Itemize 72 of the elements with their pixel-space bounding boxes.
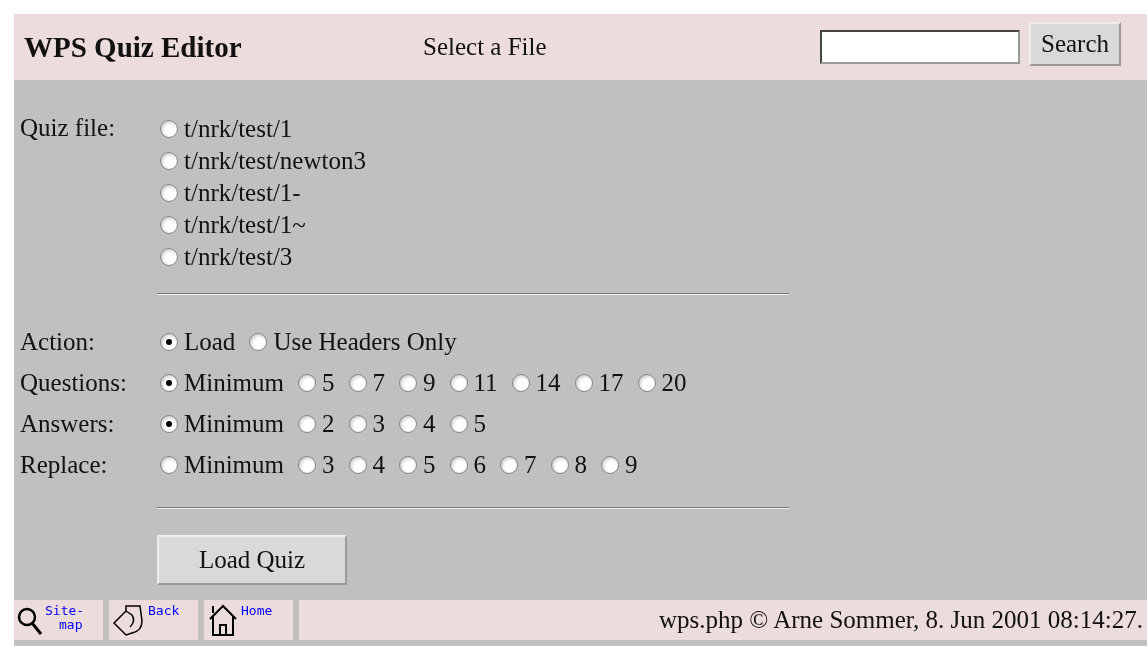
radio-button[interactable] — [511, 373, 530, 392]
radio-button[interactable] — [550, 455, 569, 474]
radio-button[interactable] — [160, 119, 178, 138]
option-label: 3 — [372, 409, 385, 438]
option-label: t/nrk/test/1~ — [184, 210, 306, 239]
radio-button[interactable] — [348, 414, 367, 433]
radio-button[interactable] — [160, 151, 178, 170]
option-label: t/nrk/test/1 — [184, 114, 293, 143]
radio-button[interactable] — [449, 373, 468, 392]
radio-button[interactable] — [449, 414, 468, 433]
option-label: 20 — [661, 368, 687, 397]
back-icon — [112, 603, 146, 637]
option-label: t/nrk/test/3 — [184, 242, 293, 271]
option-label: 5 — [473, 409, 486, 438]
option-label: 4 — [372, 450, 385, 479]
radio-button[interactable] — [348, 455, 367, 474]
option-label: 5 — [423, 450, 436, 479]
copyright-text: wps.php © Arne Sommer, 8. Jun 2001 08:14:27. — [659, 606, 1143, 634]
radio-button[interactable] — [637, 373, 656, 392]
radio-button[interactable] — [160, 332, 178, 351]
radio-button[interactable] — [160, 215, 178, 234]
field-label: Answers: — [20, 409, 116, 438]
field-label: Questions: — [20, 368, 128, 397]
option-label: Minimum — [184, 409, 284, 438]
option-label: Minimum — [184, 450, 284, 479]
option-label: 17 — [598, 368, 624, 397]
option-label: 5 — [322, 368, 335, 397]
search-button[interactable]: Search — [1029, 22, 1122, 66]
radio-button[interactable] — [298, 373, 316, 392]
option-label: 7 — [524, 450, 537, 479]
option-label: 14 — [535, 368, 561, 397]
radio-button[interactable] — [249, 332, 268, 351]
option-label: 9 — [423, 368, 436, 397]
radio-button[interactable] — [160, 414, 178, 433]
option-label: 3 — [322, 450, 335, 479]
radio-button[interactable] — [160, 455, 178, 474]
option-label: 2 — [322, 409, 335, 438]
option-label: Minimum — [184, 368, 284, 397]
radio-button[interactable] — [601, 455, 619, 474]
field-label: Replace: — [20, 450, 109, 479]
nav-link[interactable]: Site- map — [14, 600, 103, 640]
page-subtitle: Select a File — [423, 33, 548, 61]
radio-button[interactable] — [574, 373, 593, 392]
radio-button[interactable] — [399, 373, 417, 392]
field-label: Action: — [20, 327, 96, 356]
option-label: 8 — [574, 450, 587, 479]
option-label: Load — [184, 327, 236, 356]
nav-link[interactable]: Home — [204, 600, 293, 640]
option-label: 7 — [372, 368, 385, 397]
radio-button[interactable] — [348, 373, 367, 392]
option-label: t/nrk/test/1- — [184, 178, 301, 207]
radio-button[interactable] — [160, 183, 178, 202]
option-label: 11 — [473, 368, 498, 397]
radio-button[interactable] — [160, 247, 178, 266]
field-label: Quiz file: — [20, 114, 117, 143]
radio-button[interactable] — [298, 414, 316, 433]
nav-link[interactable]: Back — [109, 600, 198, 640]
radio-button[interactable] — [449, 455, 468, 474]
app-title: WPS Quiz Editor — [24, 30, 243, 64]
search-field[interactable] — [820, 30, 1020, 64]
option-label: 9 — [625, 450, 638, 479]
option-label: t/nrk/test/newton3 — [184, 146, 366, 175]
option-label: Use Headers Only — [273, 327, 457, 356]
home-icon — [207, 603, 239, 637]
radio-button[interactable] — [500, 455, 518, 474]
radio-button[interactable] — [399, 414, 417, 433]
option-label: 6 — [473, 450, 486, 479]
option-label: 4 — [423, 409, 436, 438]
radio-button[interactable] — [399, 455, 417, 474]
load-quiz-button[interactable]: Load Quiz — [157, 535, 347, 585]
radio-button[interactable] — [298, 455, 316, 474]
radio-button[interactable] — [160, 373, 178, 392]
